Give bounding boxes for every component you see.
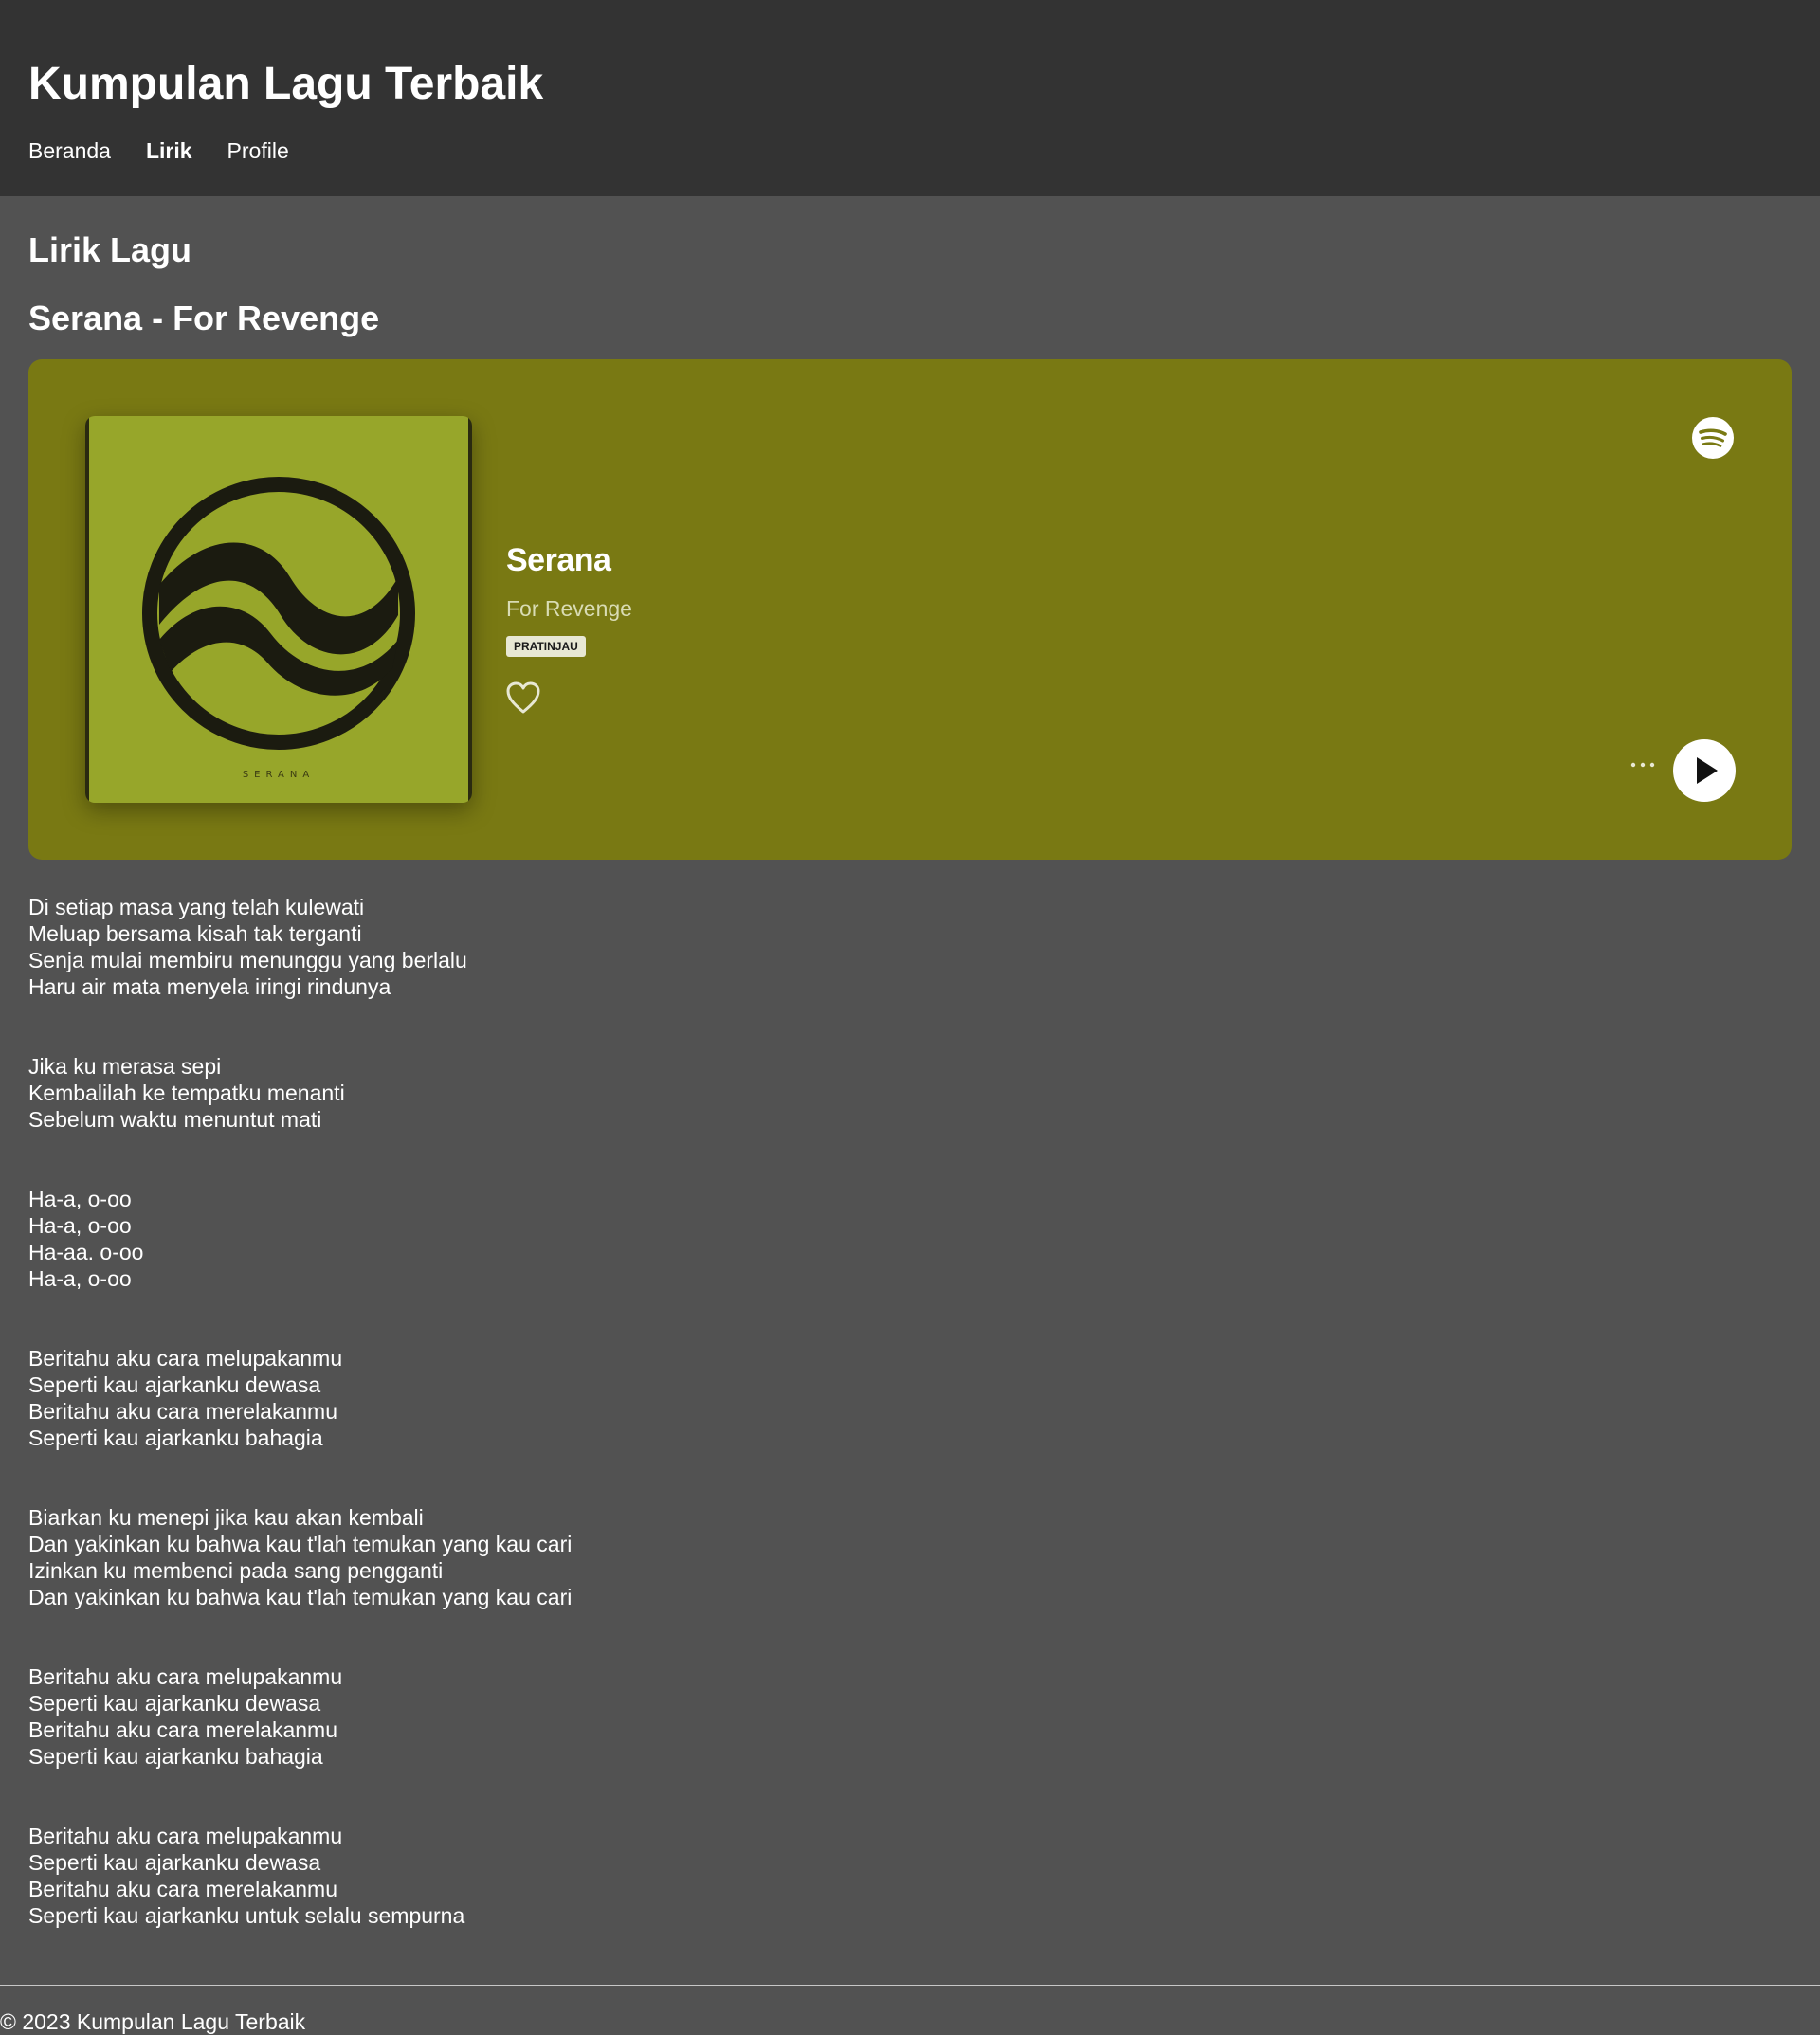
site-title: Kumpulan Lagu Terbaik	[28, 59, 544, 109]
lyrics-stanza: Beritahu aku cara melupakanmu Seperti ka…	[28, 1824, 465, 1928]
lyrics-stanza: Ha-a, o-oo Ha-a, o-oo Ha-aa. o-oo Ha-a, …	[28, 1187, 144, 1291]
nav-link-beranda[interactable]: Beranda	[28, 138, 111, 163]
artist-name[interactable]: For Revenge	[506, 596, 632, 622]
lyrics-stanza: Biarkan ku menepi jika kau akan kembali …	[28, 1505, 573, 1609]
cover-text: SERANA	[242, 770, 316, 780]
nav-link-profile[interactable]: Profile	[228, 138, 289, 163]
cover-edge-left	[85, 416, 89, 803]
play-icon[interactable]	[1672, 738, 1737, 803]
lyrics-stanza: Jika ku merasa sepi Kembalilah ke tempat…	[28, 1054, 345, 1132]
site-footer: © 2023 Kumpulan Lagu Terbaik	[0, 1986, 1820, 2035]
main-nav: Beranda Lirik Profile	[28, 138, 1792, 163]
lyrics-body: Di setiap masa yang telah kulewati Melua…	[28, 867, 1792, 1955]
spotify-icon[interactable]	[1691, 416, 1735, 460]
track-name[interactable]: Serana	[506, 542, 611, 579]
site-header: Kumpulan Lagu Terbaik Beranda Lirik Prof…	[0, 0, 1820, 196]
song-heading: Serana - For Revenge	[28, 299, 380, 337]
more-options-icon[interactable]	[1629, 755, 1657, 774]
spotify-embed-player[interactable]: SERANA Serana For Revenge PRATINJAU	[28, 359, 1792, 860]
album-cover[interactable]: SERANA	[85, 416, 472, 803]
main-content: Lirik Lagu Serana - For Revenge SERANA S…	[0, 196, 1820, 1955]
lyrics-stanza: Beritahu aku cara melupakanmu Seperti ka…	[28, 1346, 343, 1450]
page-title: Lirik Lagu	[28, 230, 192, 269]
cover-edge-right	[468, 416, 472, 803]
serana-logo-icon	[142, 477, 415, 750]
lyrics-stanza: Di setiap masa yang telah kulewati Melua…	[28, 895, 467, 999]
heart-icon[interactable]	[505, 681, 541, 715]
nav-link-lirik[interactable]: Lirik	[146, 138, 192, 163]
footer-copyright: © 2023 Kumpulan Lagu Terbaik	[0, 2009, 306, 2034]
lyrics-stanza: Beritahu aku cara melupakanmu Seperti ka…	[28, 1664, 343, 1769]
preview-badge: PRATINJAU	[506, 636, 586, 657]
